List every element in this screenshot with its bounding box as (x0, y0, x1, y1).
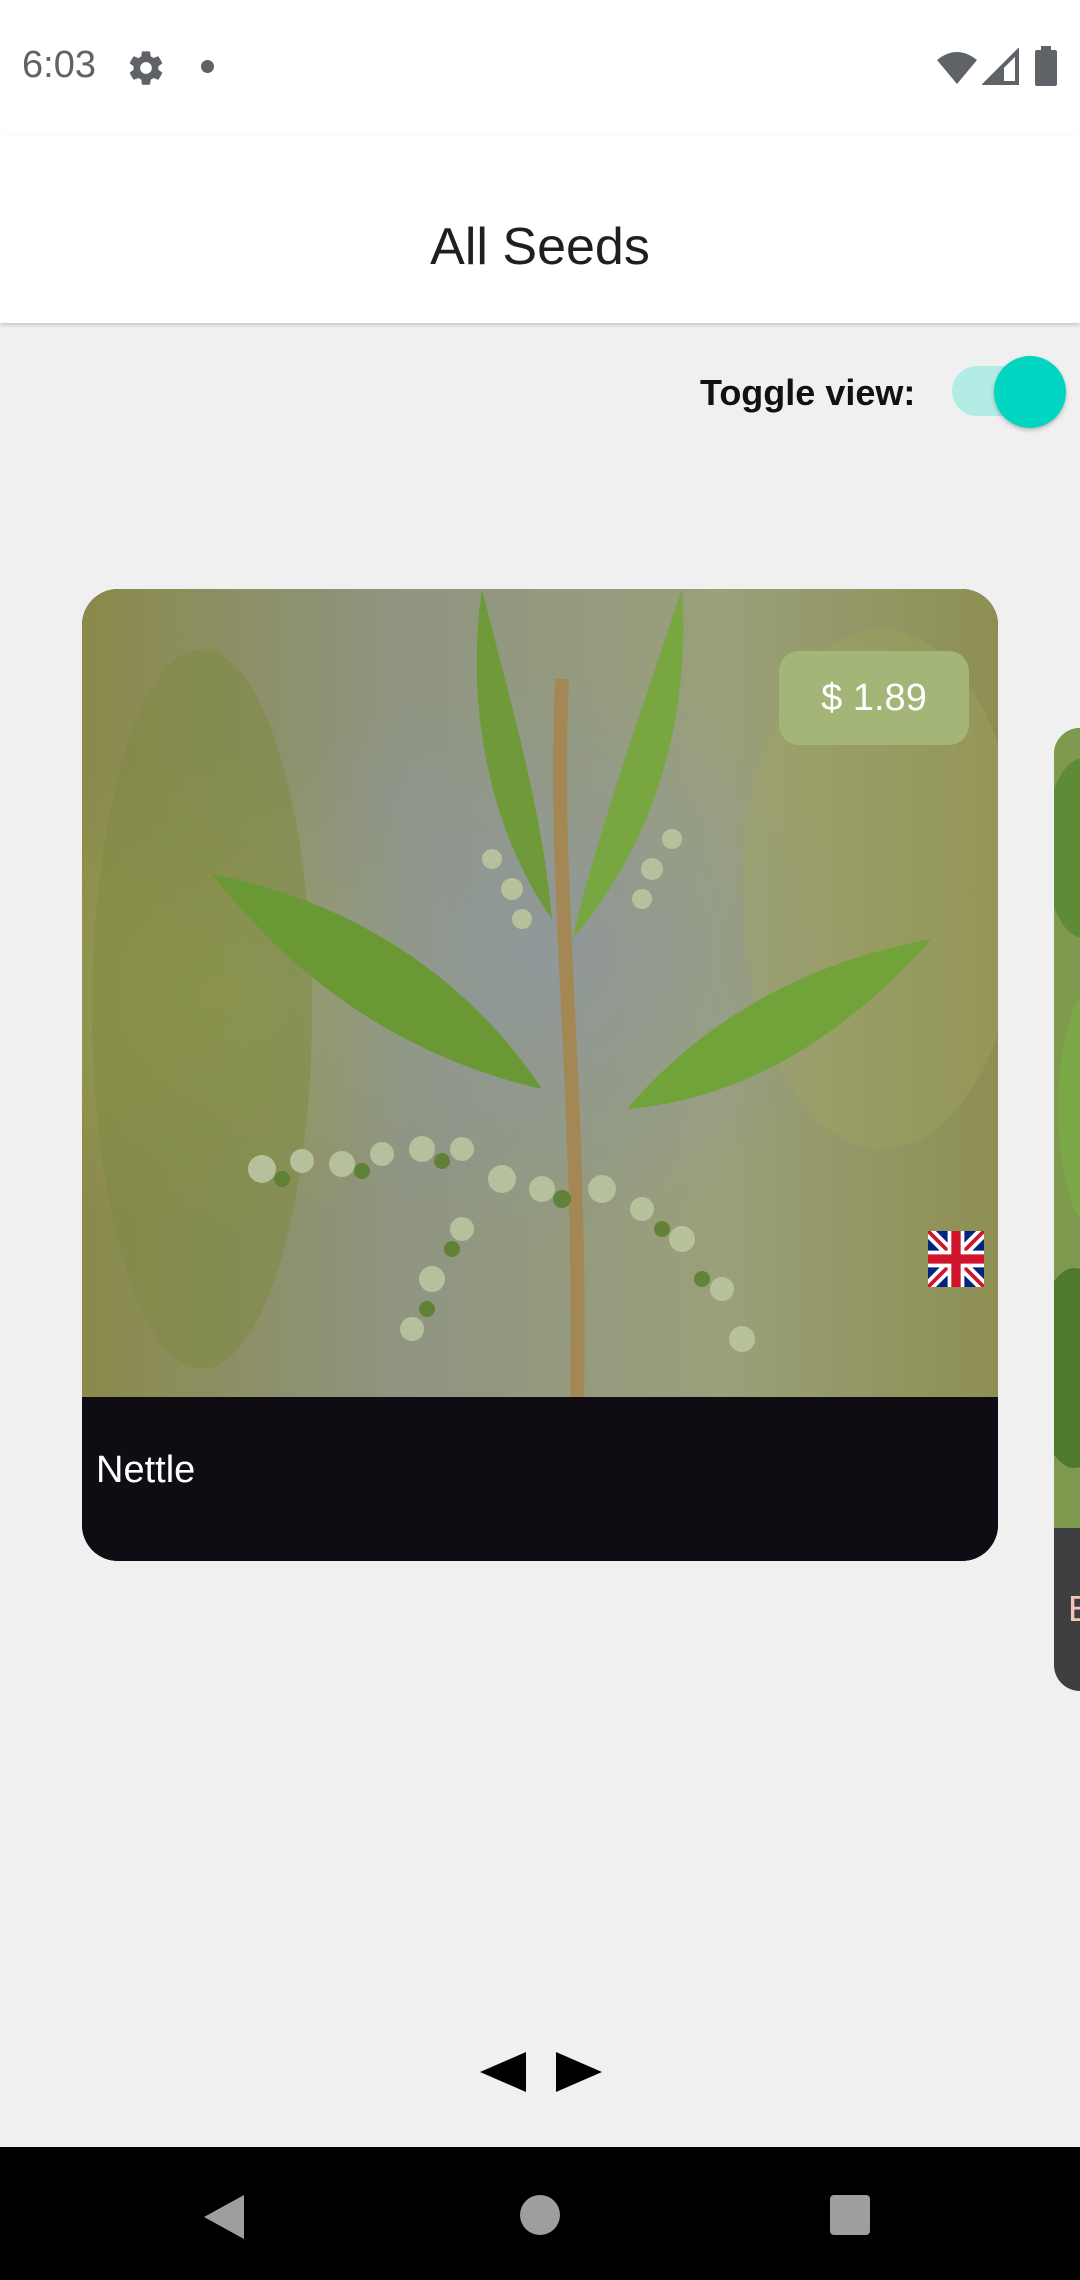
next-seed-photo (1054, 728, 1080, 1528)
page-title: All Seeds (430, 218, 650, 276)
toggle-view-switch[interactable] (952, 356, 1068, 428)
status-time: 6:03 (22, 44, 96, 86)
battery-icon (1035, 46, 1057, 86)
back-icon[interactable] (202, 2193, 246, 2241)
triangle-left-icon[interactable] (480, 2052, 526, 2092)
status-bar: 6:03 (0, 0, 1080, 135)
signal-icon (982, 48, 1019, 85)
uk-flag-icon (928, 1231, 984, 1287)
triangle-right-icon[interactable] (556, 2052, 602, 2092)
recents-icon[interactable] (828, 2193, 872, 2237)
seed-name: Nettle (96, 1449, 196, 1491)
screen: 6:03 All Seeds Toggle view: $ 1.89 Nettl… (0, 0, 1080, 2280)
notification-dot-icon (201, 60, 214, 73)
wifi-icon (937, 52, 977, 84)
toggle-view-label: Toggle view: (700, 372, 916, 413)
gear-icon (129, 51, 163, 85)
card-footer: Nettle (82, 1397, 998, 1561)
system-nav-bar (0, 2147, 1080, 2280)
next-seed-name: E (1068, 1588, 1080, 1630)
next-seed-card-peek[interactable]: E (1054, 728, 1080, 1691)
price-badge: $ 1.89 (779, 651, 969, 745)
home-icon[interactable] (518, 2193, 562, 2237)
seed-card[interactable]: $ 1.89 Nettle (82, 589, 998, 1561)
app-bar: All Seeds (0, 135, 1080, 323)
toggle-thumb (994, 356, 1066, 428)
